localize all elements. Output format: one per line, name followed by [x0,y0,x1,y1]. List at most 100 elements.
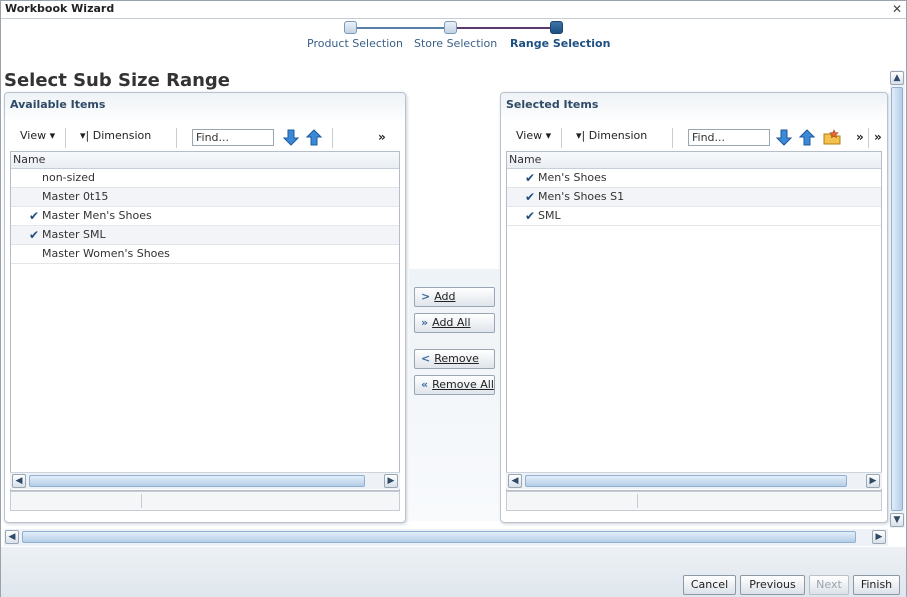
available-rows: non-sized Master 0t15 ✔ Master Men's Shoe… [11,169,399,264]
next-button: Next [809,575,849,595]
available-statusbar [10,491,400,511]
folder-star-icon[interactable] [823,129,841,146]
toolbar-separator [868,128,869,148]
row-label: SML [538,209,561,222]
table-row[interactable]: ✔ Men's Shoes S1 [507,188,881,207]
find-input[interactable]: Find... [688,129,770,146]
dimension-label: Dimension [92,129,152,142]
wizard-footer: Cancel Previous Next Finish [1,547,906,597]
train-connector [356,27,452,29]
scroll-right-icon[interactable]: ▶ [384,474,398,488]
row-label: Master Men's Shoes [42,209,152,222]
scroll-down-icon[interactable]: ▼ [890,513,904,527]
train-label-store[interactable]: Store Selection [414,37,497,50]
selected-table: Name ✔ Men's Shoes ✔ Men's Shoes S1 ✔ SML [506,151,882,491]
arrow-up-icon[interactable] [799,129,815,146]
table-row[interactable]: ✔ Master SML [11,226,399,245]
row-label: Master SML [42,228,106,241]
selected-hscroll[interactable]: ◀ ▶ [506,472,882,489]
selected-rows: ✔ Men's Shoes ✔ Men's Shoes S1 ✔ SML [507,169,881,226]
toolbar-separator [332,128,333,148]
cancel-button[interactable]: Cancel [683,575,736,595]
chevron-right-icon: > [421,290,431,303]
double-chevron-right-icon: » [421,316,429,329]
available-items-panel: Available Items View ▾ ▾| Dimension Find… [4,92,406,523]
overflow-chevron-icon[interactable]: » [856,130,864,144]
shuttle-controls: > Add » Add All < Remove «Remove All [409,269,499,521]
overflow-chevron-icon[interactable]: » [874,130,882,144]
scroll-thumb[interactable] [891,87,903,511]
table-row[interactable]: ✔ Master Men's Shoes [11,207,399,226]
scroll-thumb[interactable] [29,475,365,487]
selected-items-title: Selected Items [506,98,599,111]
row-label: Men's Shoes [538,171,607,184]
overflow-chevron-icon[interactable]: » [378,130,386,144]
window-title: Workbook Wizard [5,2,115,15]
scroll-up-icon[interactable]: ▲ [890,71,904,85]
chevron-left-icon: < [421,352,431,365]
arrow-up-icon[interactable] [306,129,322,146]
column-header-name[interactable]: Name [507,152,881,169]
dimension-label: Dimension [588,129,648,142]
find-input[interactable]: Find... [192,129,274,146]
double-chevron-left-icon: « [421,378,429,391]
finish-button[interactable]: Finish [853,575,900,595]
checkmark-icon: ✔ [525,190,536,204]
scroll-right-icon[interactable]: ▶ [872,530,886,544]
view-label: View [516,129,543,142]
scroll-left-icon[interactable]: ◀ [508,474,522,488]
remove-all-button[interactable]: «Remove All [414,375,495,395]
table-row[interactable]: ✔ SML [507,207,881,226]
train-stop-product[interactable] [344,21,357,34]
available-toolbar: View ▾ ▾| Dimension Find... » [10,127,400,149]
dropdown-icon: ▾ [576,129,582,142]
available-table: Name non-sized Master 0t15 ✔ Master Men's… [10,151,400,491]
checkmark-icon: ✔ [525,209,536,223]
dropdown-icon: ▾ [545,129,552,142]
previous-button[interactable]: Previous [740,575,805,595]
page-title: Select Sub Size Range [4,70,231,91]
remove-button[interactable]: < Remove [414,349,495,369]
dropdown-icon: ▾ [49,129,56,142]
toolbar-separator [561,128,562,148]
train-label-product[interactable]: Product Selection [307,37,403,50]
view-menu[interactable]: View ▾ [20,129,55,142]
close-icon[interactable]: ✕ [890,2,904,16]
view-label: View [20,129,47,142]
arrow-down-icon[interactable] [776,129,792,146]
scroll-thumb[interactable] [22,531,856,543]
scroll-left-icon[interactable]: ◀ [12,474,26,488]
scroll-right-icon[interactable]: ▶ [866,474,880,488]
checkmark-icon: ✔ [525,171,536,185]
table-row[interactable]: Master 0t15 [11,188,399,207]
train-stop-range[interactable] [550,21,563,34]
view-menu[interactable]: View ▾ [516,129,551,142]
toolbar-separator [65,128,66,148]
add-all-button[interactable]: » Add All [414,313,495,333]
column-header-name[interactable]: Name [11,152,399,169]
table-row[interactable]: ✔ Men's Shoes [507,169,881,188]
arrow-down-icon[interactable] [283,129,299,146]
toolbar-separator [176,128,177,148]
add-button[interactable]: > Add [414,287,495,307]
train-connector [456,27,552,29]
page-hscroll[interactable]: ◀ ▶ [4,529,888,546]
wizard-window: Workbook Wizard ✕ Product Selection Stor… [0,0,907,597]
checkmark-icon: ✔ [29,209,40,223]
page-vscroll[interactable]: ▲ ▼ [890,70,905,528]
table-row[interactable]: non-sized [11,169,399,188]
train-stop-store[interactable] [444,21,457,34]
selected-toolbar: View ▾ ▾| Dimension Find... » » [506,127,882,149]
dimension-menu[interactable]: ▾| Dimension [80,129,151,142]
row-label: Master Women's Shoes [42,247,170,260]
table-row[interactable]: Master Women's Shoes [11,245,399,264]
available-hscroll[interactable]: ◀ ▶ [10,472,400,489]
train-label-range: Range Selection [510,37,611,50]
panel-header: Selected Items [501,93,887,123]
scroll-thumb[interactable] [525,475,847,487]
toolbar-separator [672,128,673,148]
dimension-menu[interactable]: ▾| Dimension [576,129,647,142]
scroll-left-icon[interactable]: ◀ [5,530,19,544]
selected-statusbar [506,491,882,511]
checkmark-icon: ✔ [29,228,40,242]
